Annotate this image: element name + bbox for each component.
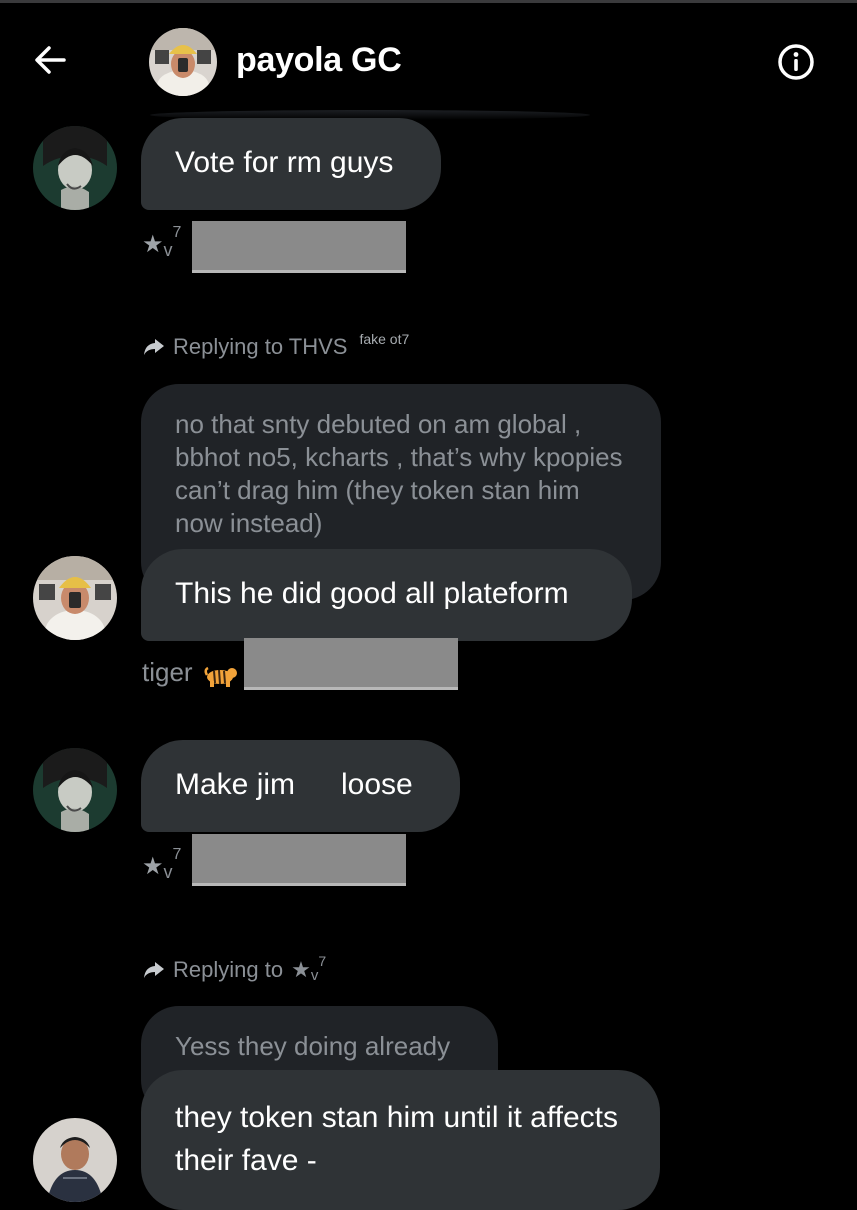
redaction-block xyxy=(192,834,406,886)
quoted-text: Yess they doing already xyxy=(175,1031,451,1061)
group-avatar[interactable] xyxy=(149,28,217,96)
reply-label: Replying to xyxy=(173,957,284,982)
info-circle-icon xyxy=(778,44,814,80)
sender-name: tiger xyxy=(142,657,193,688)
message-bubble[interactable]: they token stan him until it affects the… xyxy=(141,1070,660,1210)
redaction-block xyxy=(244,638,458,690)
reply-v: v xyxy=(310,967,319,984)
message-bubble[interactable]: Make jim loose xyxy=(141,740,460,832)
back-button[interactable] xyxy=(30,40,70,80)
message-text-a: Make jim xyxy=(175,768,296,801)
star-glyph: ★ xyxy=(142,231,164,258)
conversation-header: payola GC xyxy=(0,3,857,115)
reply-label: Replying to THVS xyxy=(173,334,348,359)
tiger-emoji-icon xyxy=(204,666,237,687)
message-bubble[interactable]: This he did good all plateform xyxy=(141,549,632,641)
reply-sup: 7 xyxy=(318,953,327,969)
reply-arrow-icon xyxy=(144,962,164,978)
reply-arrow-icon xyxy=(144,339,164,355)
quoted-text: no that snty debuted on am global , bbho… xyxy=(175,409,623,538)
info-button[interactable] xyxy=(775,41,817,83)
sender-avatar[interactable] xyxy=(33,748,117,832)
message-text: they token stan him until it affects the… xyxy=(175,1101,619,1177)
message-text: Vote for rm guys xyxy=(175,146,394,179)
sender-v: v xyxy=(163,240,173,260)
sender-label: tiger xyxy=(142,657,193,687)
reply-context: Replying to ★v7 xyxy=(143,953,326,984)
message-bubble[interactable]: Vote for rm guys xyxy=(141,118,441,210)
sender-name: ★v7 xyxy=(142,224,181,260)
arrow-left-icon xyxy=(35,46,66,74)
sender-avatar[interactable] xyxy=(33,556,117,640)
sender-v: v xyxy=(163,862,173,882)
sender-sup: 7 xyxy=(172,224,182,241)
reply-context: Replying to THVS fake ot7 xyxy=(143,331,410,360)
sender-avatar[interactable] xyxy=(33,1118,117,1202)
sender-sup: 7 xyxy=(172,846,182,863)
message-text-b: loose xyxy=(341,768,413,801)
sender-name: ★v7 xyxy=(142,846,181,882)
sender-avatar[interactable] xyxy=(33,126,117,210)
reply-handle: ★v7 xyxy=(291,953,326,984)
reply-tag: fake ot7 xyxy=(359,331,410,347)
star-glyph: ★ xyxy=(142,853,164,880)
star-glyph: ★ xyxy=(291,957,311,982)
redaction-block xyxy=(192,221,406,273)
conversation-title[interactable]: payola GC xyxy=(236,41,402,80)
message-text: This he did good all plateform xyxy=(175,577,569,610)
